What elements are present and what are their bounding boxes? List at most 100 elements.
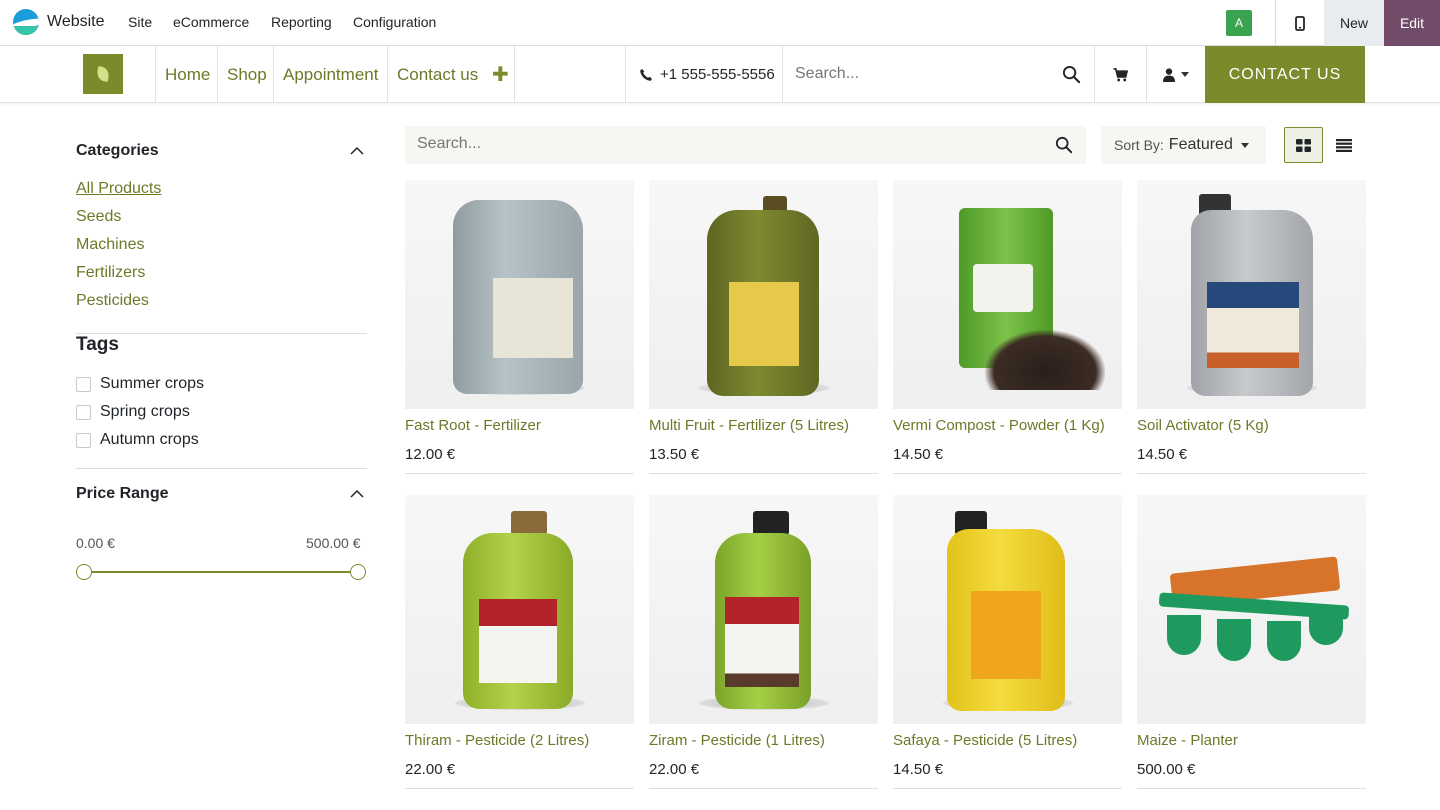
product-price: 14.50 € [893,446,944,463]
edit-button[interactable]: Edit [1384,0,1440,46]
brand-logo[interactable] [83,54,123,94]
product-price: 14.50 € [893,761,944,778]
category-machines[interactable]: Machines [76,236,144,254]
price-min-value: 0.00 € [76,535,115,551]
nav-appointment[interactable]: Appointment [273,46,388,103]
add-menu-icon[interactable]: ✚ [492,62,509,87]
admin-app-title[interactable]: Website [47,13,105,31]
product-name[interactable]: Fast Root - Fertilizer [405,417,541,434]
product-name[interactable]: Maize - Planter [1137,732,1238,749]
product-image[interactable] [893,180,1122,409]
cart-button[interactable] [1094,46,1146,103]
product-card[interactable]: Fast Root - Fertilizer 12.00 € [405,180,634,474]
product-price: 22.00 € [405,761,456,778]
nav-home[interactable]: Home [155,46,218,103]
list-view-button[interactable] [1324,127,1364,163]
cart-icon [1113,67,1128,81]
chevron-up-icon[interactable] [350,146,364,155]
product-card[interactable]: Soil Activator (5 Kg) 14.50 € [1137,180,1366,474]
leaf-icon [95,66,111,82]
tag-autumn-crops[interactable]: Autumn crops [76,431,199,449]
product-label [479,599,557,683]
grid-view-button[interactable] [1284,127,1323,163]
admin-menu-reporting[interactable]: Reporting [271,14,332,30]
admin-menu-configuration[interactable]: Configuration [353,14,436,30]
odoo-logo-icon[interactable] [13,9,39,35]
tag-label: Summer crops [100,375,205,392]
sort-value: Featured [1168,136,1233,153]
price-slider-min-handle[interactable] [76,564,92,580]
nav-contact-us[interactable]: Contact us ✚ [387,46,515,103]
card-divider [1137,788,1366,789]
header-search-input[interactable] [795,65,1055,83]
product-image[interactable] [1137,180,1366,409]
product-image[interactable] [893,495,1122,724]
product-price: 500.00 € [1137,761,1196,778]
category-pesticides[interactable]: Pesticides [76,292,149,310]
product-card[interactable]: Thiram - Pesticide (2 Litres) 22.00 € [405,495,634,789]
product-label [493,278,573,358]
product-name[interactable]: Vermi Compost - Powder (1 Kg) [893,417,1105,434]
product-name[interactable]: Ziram - Pesticide (1 Litres) [649,732,825,749]
search-icon[interactable] [1062,65,1081,84]
categories-title[interactable]: Categories [76,142,159,160]
contact-us-button[interactable]: CONTACT US [1205,46,1365,103]
product-label [971,591,1041,679]
product-card[interactable]: Vermi Compost - Powder (1 Kg) 14.50 € [893,180,1122,474]
phone-icon [640,68,652,81]
product-name[interactable]: Safaya - Pesticide (5 Litres) [893,732,1077,749]
bottle-cap [511,511,547,535]
product-label [725,597,799,687]
chevron-up-icon[interactable] [350,489,364,498]
user-avatar[interactable]: A [1226,10,1252,36]
product-card[interactable]: Maize - Planter 500.00 € [1137,495,1366,789]
category-all-products[interactable]: All Products [76,180,161,198]
header-phone[interactable]: +1 555-555-5556 [625,46,783,103]
soil-pile [985,330,1105,390]
tag-label: Autumn crops [100,431,199,448]
product-label [729,282,799,366]
tag-checkbox[interactable] [76,432,91,448]
search-icon[interactable] [1055,136,1073,154]
product-image[interactable] [649,495,878,724]
nav-contact-us-label: Contact us [397,64,479,84]
price-slider-max-handle[interactable] [350,564,366,580]
chevron-down-icon [1240,142,1249,148]
user-menu-button[interactable] [1146,46,1205,103]
chevron-down-icon [1181,72,1189,77]
price-slider-track[interactable] [84,571,358,573]
sidebar-divider [76,468,367,469]
phone-number: +1 555-555-5556 [660,66,775,83]
product-name[interactable]: Thiram - Pesticide (2 Litres) [405,732,589,749]
product-image[interactable] [405,180,634,409]
product-card[interactable]: Multi Fruit - Fertilizer (5 Litres) 13.5… [649,180,878,474]
admin-bar: Website Site eCommerce Reporting Configu… [0,0,1440,46]
category-fertilizers[interactable]: Fertilizers [76,264,145,282]
products-search-input[interactable] [417,135,1037,153]
product-card[interactable]: Safaya - Pesticide (5 Litres) 14.50 € [893,495,1122,789]
admin-menu-ecommerce[interactable]: eCommerce [173,14,249,30]
new-button[interactable]: New [1324,0,1384,46]
mobile-preview-button[interactable] [1276,0,1324,46]
tag-summer-crops[interactable]: Summer crops [76,375,204,393]
product-name[interactable]: Soil Activator (5 Kg) [1137,417,1269,434]
tag-checkbox[interactable] [76,404,91,420]
tag-checkbox[interactable] [76,376,91,392]
card-divider [405,473,634,474]
product-price: 22.00 € [649,761,700,778]
product-card[interactable]: Ziram - Pesticide (1 Litres) 22.00 € [649,495,878,789]
tag-label: Spring crops [100,403,190,420]
mobile-phone-icon [1295,15,1305,31]
category-seeds[interactable]: Seeds [76,208,121,226]
product-image[interactable] [405,495,634,724]
tag-spring-crops[interactable]: Spring crops [76,403,190,421]
product-image[interactable] [649,180,878,409]
sort-dropdown[interactable]: Sort By: Featured [1101,126,1266,164]
price-range-title[interactable]: Price Range [76,485,168,503]
admin-menu-site[interactable]: Site [128,14,152,30]
product-name[interactable]: Multi Fruit - Fertilizer (5 Litres) [649,417,849,434]
card-divider [893,788,1122,789]
nav-shop[interactable]: Shop [217,46,274,103]
product-image[interactable] [1137,495,1366,724]
card-divider [405,788,634,789]
